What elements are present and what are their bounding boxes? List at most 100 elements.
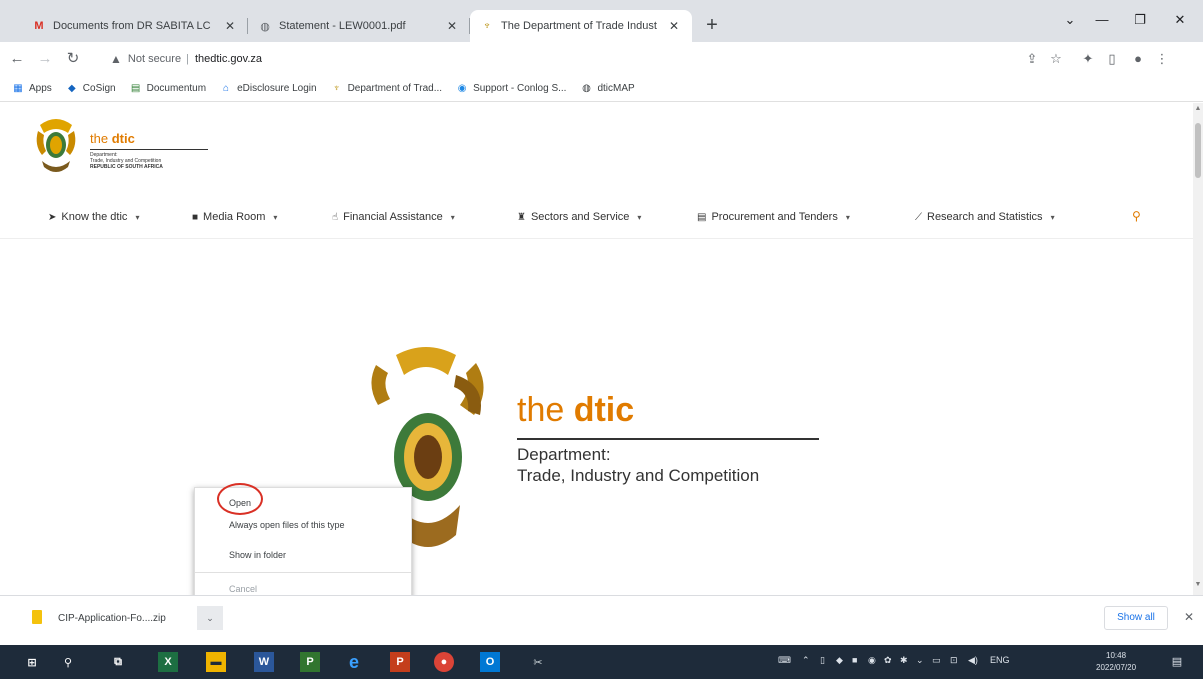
menu-item-always-open[interactable]: Always open files of this type [195, 514, 411, 536]
internet-explorer-icon[interactable]: e [344, 652, 364, 672]
caret-down-icon: ▾ [1050, 212, 1055, 222]
scroll-down-icon[interactable]: ▼ [1194, 581, 1202, 589]
snipping-tool-icon[interactable]: ✂ [528, 652, 548, 672]
word-icon[interactable]: W [254, 652, 274, 672]
taskbar-clock[interactable]: 10:48 2022/07/20 [1096, 650, 1136, 674]
menu-divider [195, 572, 411, 573]
profile-avatar-icon[interactable]: ● [1128, 50, 1148, 68]
nav-financial-assistance[interactable]: ☝ Financial Assistance ▾ [332, 205, 455, 229]
nav-research-and-statistics[interactable]: ⟋ Research and Statistics ▾ [915, 205, 1055, 229]
side-panel-icon[interactable]: ▯ [1102, 50, 1122, 68]
show-hidden-icons-icon[interactable]: ⌃ [802, 655, 810, 666]
powerpoint-icon[interactable]: P [390, 652, 410, 672]
download-file-name[interactable]: CIP-Application-Fo....zip [58, 613, 166, 624]
show-all-button[interactable]: Show all [1104, 606, 1168, 630]
new-tab-button[interactable]: + [700, 14, 724, 38]
nav-sectors-and-service[interactable]: ♜ Sectors and Service ▾ [517, 205, 641, 229]
close-tab-icon[interactable]: ✕ [666, 19, 682, 33]
chrome-icon[interactable]: ● [434, 652, 454, 672]
battery-icon[interactable]: ▭ [932, 655, 941, 666]
download-shelf: CIP-Application-Fo....zip ⌄ Show all ✕ [0, 595, 1203, 645]
bookmark-label: Support - Conlog S... [473, 83, 567, 94]
caret-down-icon: ▾ [273, 212, 278, 222]
more-menu-icon[interactable]: ⋮ [1152, 50, 1172, 68]
scrollbar-thumb[interactable] [1195, 123, 1201, 178]
close-window-button[interactable]: ✕ [1162, 8, 1198, 32]
globe-icon: ◍ [582, 83, 591, 94]
tray-app-icon[interactable]: ▯ [820, 655, 825, 666]
chevron-down-icon[interactable]: ⌄ [916, 655, 924, 666]
file-explorer-icon[interactable]: ▬ [206, 652, 226, 672]
search-icon[interactable]: ⚲ [58, 652, 78, 672]
caret-down-icon: ▾ [637, 212, 642, 222]
address-bar[interactable]: ▲ Not secure | thedtic.gov.za [110, 47, 1000, 71]
bookmark-documentum[interactable]: ▤ Documentum [130, 83, 206, 95]
notification-center-icon[interactable]: ▤ [1168, 653, 1186, 671]
bookmark-label: Apps [29, 83, 52, 94]
download-options-button[interactable]: ⌄ [197, 606, 223, 630]
close-tab-icon[interactable]: ✕ [222, 19, 238, 33]
dtic-coat-of-arms-icon: ♆ [332, 83, 341, 94]
scroll-up-icon[interactable]: ▲ [1194, 105, 1202, 113]
bookmark-apps[interactable]: ▦ Apps [12, 83, 52, 95]
tab-dtic[interactable]: ♆ The Department of Trade Indust ✕ [470, 10, 692, 42]
coat-of-arms-icon [36, 119, 76, 172]
clock-time: 10:48 [1106, 651, 1127, 660]
search-icon[interactable]: ⚲ [1132, 209, 1141, 223]
minimize-button[interactable]: — [1084, 8, 1120, 32]
excel-icon[interactable]: X [158, 652, 178, 672]
back-arrow-icon[interactable]: ← [6, 49, 28, 69]
nav-know-the-dtic[interactable]: ➤ Know the dtic ▾ [48, 205, 139, 229]
tray-app-icon[interactable]: ■ [852, 655, 857, 665]
tab-statement[interactable]: ◍ Statement - LEW0001.pdf ✕ [248, 10, 470, 42]
close-tab-icon[interactable]: ✕ [444, 19, 460, 33]
project-icon[interactable]: P [300, 652, 320, 672]
nav-media-room[interactable]: ■ Media Room ▾ [192, 205, 277, 229]
tab-title: Documents from DR SABITA LC [53, 20, 211, 32]
share-icon[interactable]: ⇪ [1022, 50, 1042, 68]
tray-app-icon[interactable]: ◆ [836, 655, 843, 666]
hero-dept-line2: Trade, Industry and Competition [517, 466, 760, 485]
bookmark-label: Documentum [146, 83, 207, 94]
tray-app-icon[interactable]: ◉ [868, 655, 876, 666]
outlook-icon[interactable]: O [480, 652, 500, 672]
url-text[interactable]: thedtic.gov.za [195, 53, 262, 65]
bookmark-department-of-trade[interactable]: ♆ Department of Trad... [331, 83, 442, 95]
keyboard-icon[interactable]: ⌨ [778, 655, 791, 666]
restore-button[interactable]: ❐ [1122, 8, 1158, 32]
bookmark-dticmap[interactable]: ◍ dticMAP [580, 83, 635, 95]
edisclosure-icon: ⌂ [223, 83, 230, 94]
clock-date: 2022/07/20 [1096, 663, 1137, 672]
windows-start-icon[interactable]: ⊞ [22, 652, 42, 672]
browser-toolbar: ← → ↻ ▲ Not secure | thedtic.gov.za ⇪ ☆ … [0, 42, 1203, 76]
tab-gmail[interactable]: M Documents from DR SABITA LC ✕ [22, 10, 248, 42]
bookmark-label: CoSign [82, 83, 116, 94]
menu-item-show-in-folder[interactable]: Show in folder [195, 544, 411, 566]
extensions-puzzle-icon[interactable]: ✦ [1078, 50, 1098, 68]
bookmark-support[interactable]: ◉ Support - Conlog S... [456, 83, 567, 95]
bookmark-star-icon[interactable]: ☆ [1046, 50, 1066, 68]
bookmark-edisclosure[interactable]: ⌂ eDisclosure Login [220, 83, 317, 95]
network-icon[interactable]: ⊡ [950, 655, 958, 666]
tray-app-icon[interactable]: ✿ [884, 655, 892, 666]
nav-procurement-and-tenders[interactable]: ▤ Procurement and Tenders ▾ [697, 205, 850, 229]
reload-icon[interactable]: ↻ [62, 49, 84, 69]
forward-arrow-icon[interactable]: → [34, 49, 56, 69]
language-indicator[interactable]: ENG [990, 655, 1010, 665]
close-shelf-icon[interactable]: ✕ [1184, 610, 1194, 624]
video-camera-icon: ■ [192, 211, 199, 223]
logo-brand: the dtic [90, 131, 135, 146]
bookmarks-bar: ▦ Apps ◆ CoSign ▤ Documentum ⌂ eDisclosu… [0, 76, 1203, 102]
hand-pointer-icon: ➤ [48, 211, 57, 223]
tab-search-icon[interactable]: ⌄ [1052, 8, 1088, 32]
page-scrollbar[interactable]: ▲ ▼ [1193, 103, 1203, 595]
caret-down-icon: ▾ [845, 212, 850, 222]
caret-down-icon: ▾ [135, 212, 140, 222]
task-view-icon[interactable]: ⧉ [108, 652, 128, 672]
bluetooth-icon[interactable]: ✱ [900, 655, 908, 666]
bookmark-cosign[interactable]: ◆ CoSign [66, 83, 116, 95]
screen: M Documents from DR SABITA LC ✕ ◍ Statem… [0, 0, 1203, 679]
volume-icon[interactable]: ◀) [968, 655, 978, 666]
chart-line-icon: ⟋ [915, 211, 922, 223]
site-logo[interactable]: the dtic Department: Trade, Industry and… [32, 115, 208, 179]
